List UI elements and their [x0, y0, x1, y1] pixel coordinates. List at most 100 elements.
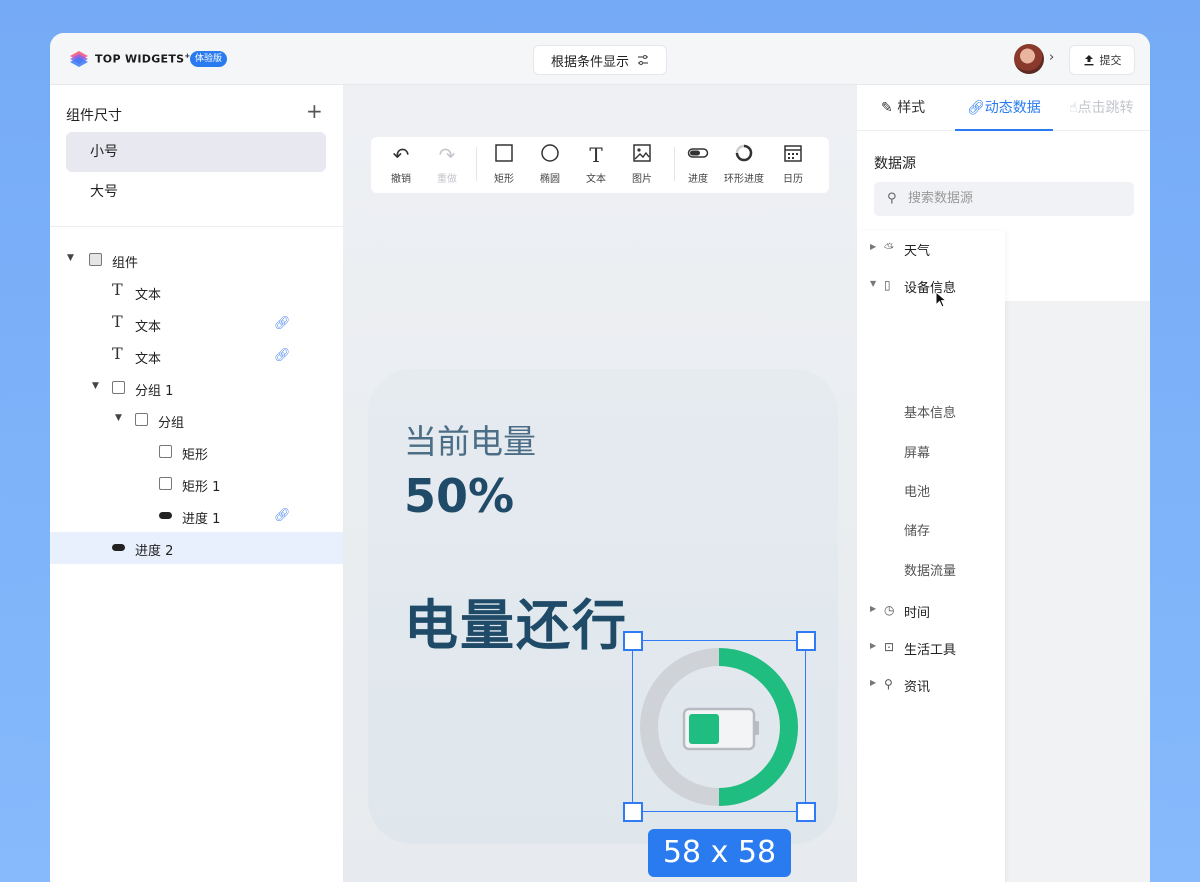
chevron-right-icon[interactable]: › [1049, 50, 1054, 65]
dropdown-overlay [1005, 231, 1150, 301]
property-tabs: ✎ 样式 🔗︎动态数据 ☝点击跳转 [857, 85, 1150, 131]
ring-progress-tool[interactable]: 环形进度 [722, 143, 766, 185]
datasource-category-news[interactable]: ▶ ⚲ 资讯 [857, 671, 1005, 701]
group-icon [89, 253, 102, 266]
active-tab-indicator [955, 129, 1053, 131]
datasource-category-device[interactable]: ▼ ▯ 设备信息 [857, 272, 1005, 302]
dropdown-backdrop [1005, 301, 1150, 882]
progress-tool[interactable]: 进度 [676, 143, 720, 185]
datasource-list: ▶ ⛅︎ 天气 ▼ ▯ 设备信息 基本信息 屏幕 电池 储存 数据流量 ▶ ◷ … [857, 231, 1005, 882]
layer-item-group-1[interactable]: ▼ 分组 1 [50, 372, 343, 404]
progress-icon [676, 143, 720, 167]
submit-button[interactable]: 提交 [1069, 45, 1135, 75]
tool-label: 撤销 [391, 174, 411, 185]
category-label: 资讯 [904, 680, 931, 695]
selection-box[interactable] [632, 640, 806, 812]
layer-label: 文本 [135, 288, 162, 303]
category-label: 生活工具 [904, 643, 957, 658]
layer-item-text[interactable]: T 文本 🔗︎ [50, 308, 343, 340]
caret-right-icon[interactable]: ▶ [870, 242, 876, 251]
rectangle-icon [159, 477, 172, 490]
layer-item-text[interactable]: T 文本 🔗︎ [50, 340, 343, 372]
image-tool[interactable]: 图片 [620, 143, 664, 185]
datasource-item[interactable]: 基本信息 [904, 402, 956, 421]
widget-subtitle[interactable]: 当前电量 [404, 415, 536, 463]
redo-icon: ↷ [438, 143, 456, 167]
ellipse-tool[interactable]: 椭圆 [528, 143, 572, 185]
link-icon: 🔗︎ [967, 100, 985, 116]
caret-right-icon[interactable]: ▶ [870, 604, 876, 613]
layer-label: 矩形 [182, 448, 209, 463]
resize-handle-top-left[interactable] [623, 631, 643, 651]
calendar-icon [771, 143, 815, 167]
text-icon: T [112, 344, 123, 363]
size-option-large[interactable]: 大号 [66, 172, 326, 212]
app-window: TOP WIDGETS+ 体验版 根据条件显示 › 提交 组件尺寸 + 小号 大… [50, 33, 1150, 882]
datasource-item[interactable]: 储存 [904, 520, 930, 539]
resize-handle-top-right[interactable] [796, 631, 816, 651]
condition-display-button[interactable]: 根据条件显示 [533, 45, 667, 75]
layer-item-progress-2[interactable]: 进度 2 [50, 532, 343, 564]
device-icon: ▯ [884, 278, 891, 292]
progress-icon [112, 544, 125, 551]
divider [50, 226, 343, 227]
hand-pointer-icon: ☝ [1069, 100, 1078, 116]
top-bar: TOP WIDGETS+ 体验版 根据条件显示 › 提交 [50, 33, 1150, 85]
layer-item-text[interactable]: T 文本 [50, 276, 343, 308]
layer-label: 分组 [158, 416, 185, 431]
widget-percent[interactable]: 50% [404, 469, 514, 523]
datasource-category-time[interactable]: ▶ ◷ 时间 [857, 597, 1005, 627]
layer-item-rectangle-1[interactable]: 矩形 1 [50, 468, 343, 500]
layer-label: 进度 2 [135, 544, 174, 559]
redo-tool[interactable]: ↷ 重做 [425, 143, 469, 185]
calendar-tool[interactable]: 日历 [771, 143, 815, 185]
datasource-item[interactable]: 电池 [904, 481, 930, 500]
caret-down-icon[interactable]: ▼ [870, 279, 876, 288]
text-tool[interactable]: T 文本 [574, 143, 618, 185]
link-icon[interactable]: 🔗︎ [274, 508, 291, 523]
size-indicator-badge: 58 x 58 [648, 829, 791, 877]
widget-main-text[interactable]: 电量还行 [404, 581, 628, 660]
datasource-category-weather[interactable]: ▶ ⛅︎ 天气 [857, 235, 1005, 265]
caret-down-icon[interactable]: ▼ [92, 381, 99, 391]
tab-dynamic-data[interactable]: 🔗︎动态数据 [967, 97, 1041, 117]
link-icon[interactable]: 🔗︎ [274, 316, 291, 331]
datasource-search-input[interactable]: ⚲ 搜索数据源 [874, 182, 1134, 216]
caret-down-icon[interactable]: ▼ [67, 253, 74, 263]
user-avatar[interactable] [1014, 44, 1044, 74]
resize-handle-bottom-left[interactable] [623, 802, 643, 822]
sliders-icon [638, 54, 648, 66]
layer-item-progress-1[interactable]: 进度 1 🔗︎ [50, 500, 343, 532]
toolbar-divider [476, 147, 477, 181]
group-box-icon [135, 413, 148, 426]
resize-handle-bottom-right[interactable] [796, 802, 816, 822]
layer-label: 进度 1 [182, 512, 221, 527]
datasource-category-life-tools[interactable]: ▶ ⊡ 生活工具 [857, 634, 1005, 664]
layer-item-rectangle[interactable]: 矩形 [50, 436, 343, 468]
design-canvas[interactable]: ↶ 撤销 ↷ 重做 矩形 椭圆 T 文本 图片 进度 环形进度 日历 当前电量 … [343, 85, 857, 882]
caret-right-icon[interactable]: ▶ [870, 641, 876, 650]
caret-down-icon[interactable]: ▼ [115, 413, 122, 423]
tab-style[interactable]: ✎ 样式 [881, 97, 925, 117]
layer-item-component[interactable]: ▼ 组件 [50, 244, 343, 276]
rectangle-tool[interactable]: 矩形 [482, 143, 526, 185]
left-panel: 组件尺寸 + 小号 大号 ▼ 组件 T 文本 T 文本 🔗︎ T 文本 🔗︎ ▼… [50, 85, 343, 882]
search-icon: ⚲ [887, 191, 897, 206]
undo-icon: ↶ [392, 143, 410, 167]
location-pin-icon: ⚲ [884, 677, 893, 691]
size-option-small[interactable]: 小号 [66, 132, 326, 172]
link-icon[interactable]: 🔗︎ [274, 348, 291, 363]
clock-icon: ◷ [884, 603, 895, 617]
layer-item-group[interactable]: ▼ 分组 [50, 404, 343, 436]
datasource-item[interactable]: 数据流量 [904, 560, 956, 579]
caret-right-icon[interactable]: ▶ [870, 678, 876, 687]
tab-click-jump[interactable]: ☝点击跳转 [1069, 97, 1134, 117]
layer-label: 矩形 1 [182, 480, 221, 495]
tool-label: 矩形 [494, 174, 514, 185]
add-size-icon[interactable]: + [306, 99, 323, 123]
toolbar-divider [674, 147, 675, 181]
datasource-item[interactable]: 屏幕 [904, 442, 930, 461]
brand-name: TOP WIDGETS+ [95, 52, 191, 66]
undo-tool[interactable]: ↶ 撤销 [379, 143, 423, 185]
progress-icon [159, 512, 172, 519]
